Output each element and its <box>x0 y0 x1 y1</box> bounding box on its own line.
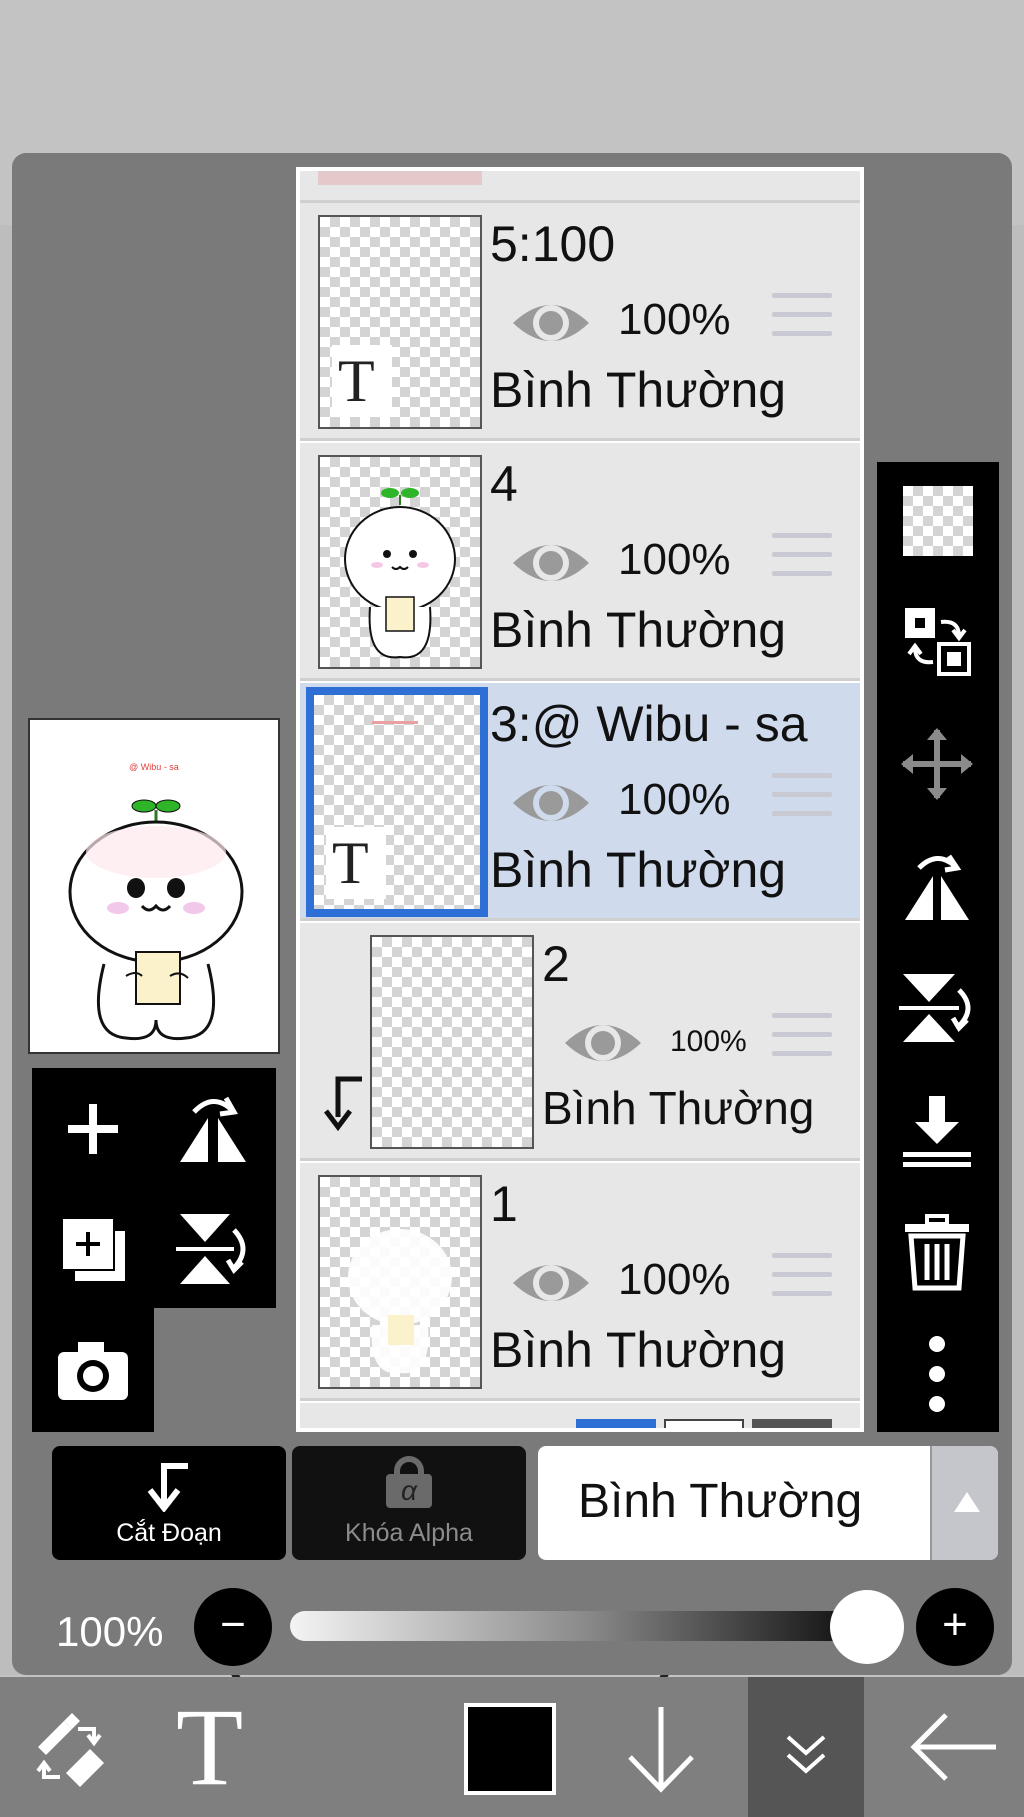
layer-opacity: 100% <box>618 535 731 584</box>
opacity-increase-button[interactable]: + <box>916 1588 994 1666</box>
opacity-value: 100% <box>56 1608 164 1655</box>
text-layer-icon: T <box>326 827 386 899</box>
bottom-toolbar: T <box>0 1677 1024 1817</box>
move-icon[interactable] <box>897 724 977 804</box>
drag-handle-icon[interactable] <box>772 533 832 589</box>
alpha-symbol: α <box>386 1474 432 1508</box>
text-layer-icon: T <box>332 345 392 417</box>
partial-thumb <box>318 171 482 185</box>
left-tool-panel <box>32 1068 276 1308</box>
layer-name: 5:100 <box>490 216 616 272</box>
layer-row-clipped[interactable]: 2 100% Bình Thường <box>300 923 860 1161</box>
layer-row-selected[interactable]: T 3:@ Wibu - sa 100% Bình Thường <box>300 683 860 921</box>
layer-blend-mode: Bình Thường <box>490 842 787 898</box>
opacity-decrease-button[interactable]: − <box>194 1588 272 1666</box>
clipping-arrow-icon <box>324 1076 362 1132</box>
swap-layers-icon[interactable] <box>897 602 977 682</box>
layer-name: 4 <box>490 456 518 512</box>
opacity-slider-knob[interactable] <box>830 1590 904 1664</box>
layer-blend-mode: Bình Thường <box>490 362 787 418</box>
drag-handle-icon[interactable] <box>772 773 832 829</box>
drag-handle-icon[interactable] <box>772 1253 832 1309</box>
flip-vertical-icon[interactable] <box>168 1204 258 1294</box>
layer-action-toolbar <box>877 462 999 1432</box>
layer-name: 2 <box>542 936 570 992</box>
drag-handle-icon[interactable] <box>772 1013 832 1069</box>
layer-blend-mode: Bình Thường <box>542 1082 815 1134</box>
clipping-label: Cắt Đoạn <box>116 1519 222 1547</box>
character-thumbnail <box>344 488 456 659</box>
drag-handle-icon[interactable] <box>772 293 832 349</box>
blend-mode-select[interactable]: Bình Thường <box>538 1446 998 1560</box>
layer-opacity: 100% <box>670 1025 747 1058</box>
layer-row[interactable]: 1 100% Bình Thường <box>300 1163 860 1401</box>
flip-horizontal-icon[interactable] <box>897 846 977 926</box>
layer-opacity: 100% <box>618 295 731 344</box>
eye-icon[interactable] <box>510 773 592 833</box>
footer-tab <box>664 1419 744 1428</box>
opacity-slider-row: 100% − + <box>12 1588 1012 1678</box>
brush-eraser-swap-icon[interactable] <box>20 1677 120 1817</box>
flip-vertical-icon[interactable] <box>897 968 977 1048</box>
thumbnail-text-mark <box>372 721 418 724</box>
layer-thumbnail <box>318 455 482 669</box>
layer-list[interactable]: T 5:100 100% Bình Thường 4 100% Bình Thư… <box>296 167 864 1432</box>
duplicate-layer-icon[interactable] <box>48 1204 138 1294</box>
back-arrow-icon[interactable] <box>904 1677 1004 1817</box>
flip-horizontal-icon[interactable] <box>168 1084 258 1174</box>
layer-name: 3:@ Wibu - sa <box>490 696 808 752</box>
chevron-up-icon[interactable] <box>930 1446 998 1560</box>
layer-thumbnail <box>370 935 534 1149</box>
collapse-panel-icon[interactable] <box>748 1677 864 1817</box>
layer-blend-mode: Bình Thường <box>490 602 787 658</box>
trash-icon[interactable] <box>897 1212 977 1292</box>
layer-row-partial <box>300 171 860 203</box>
lock-icon: α <box>386 1456 432 1508</box>
camera-icon[interactable] <box>48 1324 138 1414</box>
character-fill-thumbnail <box>348 1229 452 1374</box>
preview-caption: @ Wibu - sa <box>129 762 179 772</box>
eye-icon[interactable] <box>510 1253 592 1313</box>
more-options-icon[interactable] <box>897 1334 977 1414</box>
opacity-slider[interactable] <box>290 1611 890 1641</box>
layer-thumbnail <box>318 1175 482 1389</box>
layer-thumbnail: T <box>318 215 482 429</box>
footer-tab <box>752 1419 832 1428</box>
merge-down-icon[interactable] <box>897 1090 977 1170</box>
layer-list-footer <box>300 1403 860 1428</box>
footer-tab <box>576 1419 656 1428</box>
eye-icon[interactable] <box>510 293 592 353</box>
clipping-button[interactable]: Cắt Đoạn <box>52 1446 286 1560</box>
alpha-lock-label: Khóa Alpha <box>345 1519 473 1547</box>
eye-icon[interactable] <box>510 533 592 593</box>
alpha-lock-button[interactable]: α Khóa Alpha <box>292 1446 526 1560</box>
arrow-down-icon[interactable] <box>618 1677 704 1817</box>
blend-mode-value: Bình Thường <box>578 1475 863 1528</box>
add-layer-icon[interactable] <box>48 1084 138 1174</box>
clipping-arrow-icon <box>147 1463 188 1512</box>
eye-icon[interactable] <box>562 1013 644 1073</box>
text-tool-button[interactable]: T <box>176 1677 276 1817</box>
layer-row[interactable]: 4 100% Bình Thường <box>300 443 860 681</box>
new-transparent-layer-icon[interactable] <box>903 486 973 556</box>
layer-opacity: 100% <box>618 775 731 824</box>
layer-opacity: 100% <box>618 1255 731 1304</box>
left-tool-panel-bottom <box>32 1308 154 1432</box>
layer-name: 1 <box>490 1176 518 1232</box>
layer-row[interactable]: T 5:100 100% Bình Thường <box>300 203 860 441</box>
layer-blend-mode: Bình Thường <box>490 1322 787 1378</box>
color-swatch[interactable] <box>464 1703 556 1795</box>
preview-character <box>68 799 244 1041</box>
canvas-preview[interactable]: @ Wibu - sa <box>28 718 280 1054</box>
layer-thumbnail: T <box>306 687 488 917</box>
